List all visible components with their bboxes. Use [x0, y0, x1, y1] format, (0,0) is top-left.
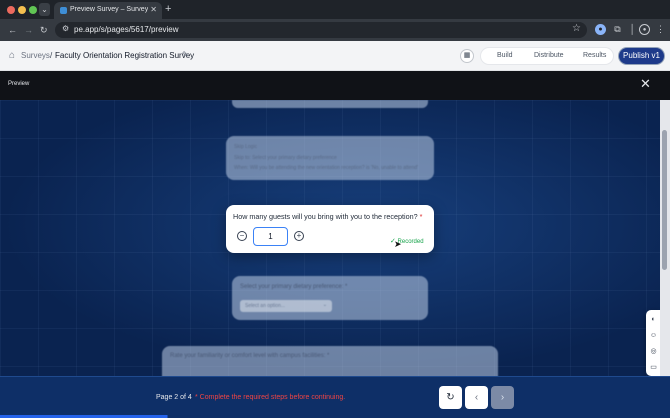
- previous-page-button[interactable]: ‹: [465, 386, 488, 409]
- tab-distribute[interactable]: Distribute: [534, 52, 564, 59]
- tab-close-icon[interactable]: ✕: [150, 5, 157, 14]
- question-text: How many guests will you bring with you …: [233, 212, 422, 221]
- required-mark: *: [419, 212, 423, 221]
- publish-button[interactable]: Publish v1: [619, 48, 664, 64]
- question-label: How many guests will you bring with you …: [233, 212, 418, 221]
- decrement-button[interactable]: −: [237, 231, 247, 241]
- monitor-settings-icon[interactable]: ▭: [649, 363, 658, 372]
- skip-logic-target: Skip to: Select your primary dietary pre…: [234, 155, 337, 161]
- palette-icon[interactable]: ◐: [649, 315, 658, 324]
- skip-logic-title: Skip Logic: [234, 144, 258, 150]
- window-maximize-button[interactable]: [29, 6, 37, 14]
- site-settings-icon[interactable]: ⚙: [62, 24, 69, 33]
- dietary-select-placeholder: Select an option...: [245, 303, 286, 309]
- side-toolbar: ◐ ☺ ◎ ▭: [646, 310, 660, 376]
- tab-build[interactable]: Build: [497, 52, 513, 59]
- tab-search-chevron-icon[interactable]: ⌄: [39, 3, 50, 16]
- extension-icon[interactable]: ●: [595, 24, 606, 35]
- breadcrumb-surveys[interactable]: Surveys: [21, 51, 50, 60]
- tab-favicon-icon: [60, 7, 67, 14]
- reset-button[interactable]: ↻: [439, 386, 462, 409]
- mode-tabs: Build Distribute Results: [480, 47, 614, 65]
- next-page-button[interactable]: ›: [491, 386, 514, 409]
- app-header: ⌂ Surveys / Faculty Orientation Registra…: [0, 41, 670, 71]
- reload-icon[interactable]: ↻: [40, 24, 48, 36]
- previous-question-card: [232, 100, 428, 108]
- browser-tab-bar: ⌄ Preview Survey – Survey Eve ✕ +: [0, 0, 670, 19]
- dietary-question-card: Select your primary dietary preference: …: [232, 276, 428, 320]
- browser-tab-active[interactable]: Preview Survey – Survey Eve ✕: [54, 2, 162, 19]
- browser-menu-icon[interactable]: ⋮: [655, 24, 666, 35]
- preview-label: Preview: [8, 81, 30, 87]
- pencil-icon[interactable]: ✎: [182, 50, 189, 59]
- survey-title: Faculty Orientation Registration Survey: [55, 51, 195, 60]
- mouse-cursor-icon: ➤: [394, 239, 402, 249]
- browser-toolbar: ← → ↻ ⚙ pe.app/s/pages/5617/preview ☆ ● …: [0, 19, 670, 41]
- required-warning: * Complete the required steps before con…: [195, 394, 346, 401]
- bookmark-star-icon[interactable]: ☆: [572, 23, 581, 34]
- tab-results[interactable]: Results: [583, 52, 606, 59]
- address-bar[interactable]: ⚙ pe.app/s/pages/5617/preview ☆: [55, 22, 587, 38]
- extensions-puzzle-icon[interactable]: ⧉: [612, 24, 623, 35]
- dietary-question-text: Select your primary dietary preference: …: [240, 284, 348, 290]
- window-close-button[interactable]: [7, 6, 15, 14]
- compass-icon[interactable]: ◎: [649, 347, 658, 356]
- url-text[interactable]: pe.app/s/pages/5617/preview: [74, 25, 179, 34]
- skip-logic-card: Skip Logic Skip to: Select your primary …: [226, 136, 434, 180]
- tab-title: Preview Survey – Survey Eve: [70, 6, 148, 13]
- profile-avatar-icon[interactable]: ●: [639, 24, 650, 35]
- survey-footer: Page 2 of 4 * Complete the required step…: [0, 376, 670, 418]
- users-icon[interactable]: ☺: [649, 331, 658, 340]
- familiarity-question-card: Rate your familiarity or comfort level w…: [162, 346, 498, 376]
- preview-bar: Preview ✕: [0, 71, 670, 100]
- home-icon[interactable]: ⌂: [9, 50, 15, 61]
- breadcrumb-separator: /: [50, 51, 53, 60]
- question-card-guests: How many guests will you bring with you …: [226, 205, 434, 253]
- window-minimize-button[interactable]: [18, 6, 26, 14]
- new-tab-icon[interactable]: +: [165, 3, 171, 15]
- scrollbar[interactable]: [660, 100, 670, 376]
- device-preview-icon[interactable]: ▦: [460, 49, 474, 63]
- page-indicator: Page 2 of 4: [156, 394, 192, 401]
- guest-count-input[interactable]: [253, 227, 288, 246]
- chevron-down-icon: ⌄: [322, 302, 327, 308]
- dietary-select[interactable]: Select an option... ⌄: [240, 300, 332, 312]
- increment-button[interactable]: +: [294, 231, 304, 241]
- skip-logic-condition: When: Will you be attending the new orie…: [234, 165, 418, 171]
- scrollbar-thumb[interactable]: [662, 130, 667, 270]
- familiarity-question-text: Rate your familiarity or comfort level w…: [170, 353, 330, 359]
- toolbar-divider: │: [629, 24, 636, 34]
- close-preview-icon[interactable]: ✕: [640, 77, 651, 91]
- back-arrow-icon[interactable]: ←: [8, 24, 17, 36]
- survey-preview-canvas: Skip Logic Skip to: Select your primary …: [0, 100, 670, 376]
- forward-arrow-icon[interactable]: →: [24, 24, 33, 36]
